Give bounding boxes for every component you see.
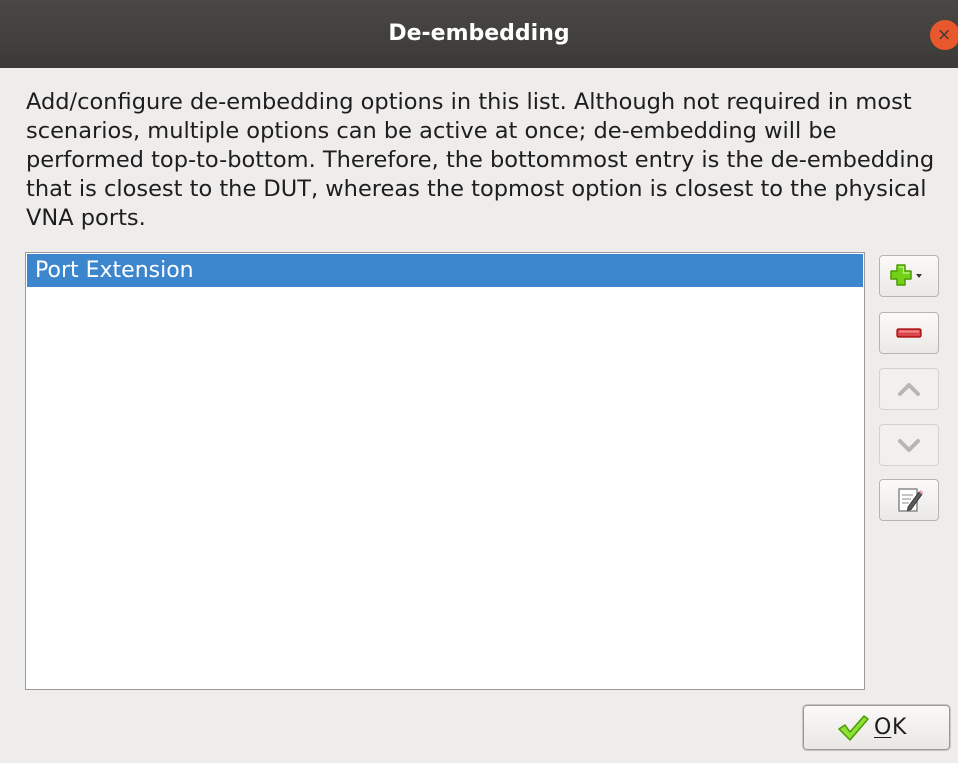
dropdown-arrow-icon — [916, 274, 922, 278]
close-button[interactable]: × — [930, 20, 958, 50]
window-title: De-embedding — [388, 21, 570, 46]
plus-icon — [890, 264, 922, 286]
minus-icon — [896, 328, 922, 338]
remove-button[interactable] — [879, 312, 939, 354]
checkmark-icon — [838, 715, 869, 741]
add-button[interactable] — [879, 255, 939, 297]
title-bar[interactable]: De-embedding × — [0, 0, 958, 68]
close-icon: × — [937, 25, 952, 45]
de-embedding-list[interactable]: Port Extension — [25, 252, 865, 690]
list-item[interactable]: Port Extension — [27, 254, 863, 287]
ok-mnemonic: O — [874, 715, 892, 740]
move-down-button[interactable] — [879, 424, 939, 466]
edit-button[interactable] — [879, 479, 939, 521]
de-embedding-dialog: De-embedding × Add/configure de-embeddin… — [0, 0, 958, 763]
description-text: Add/configure de-embedding options in th… — [26, 89, 935, 231]
move-up-button[interactable] — [879, 368, 939, 410]
chevron-down-icon — [898, 439, 920, 452]
ok-button[interactable]: O K — [803, 705, 950, 750]
chevron-up-icon — [898, 383, 920, 396]
edit-icon — [898, 488, 924, 512]
ok-label: K — [892, 715, 907, 740]
